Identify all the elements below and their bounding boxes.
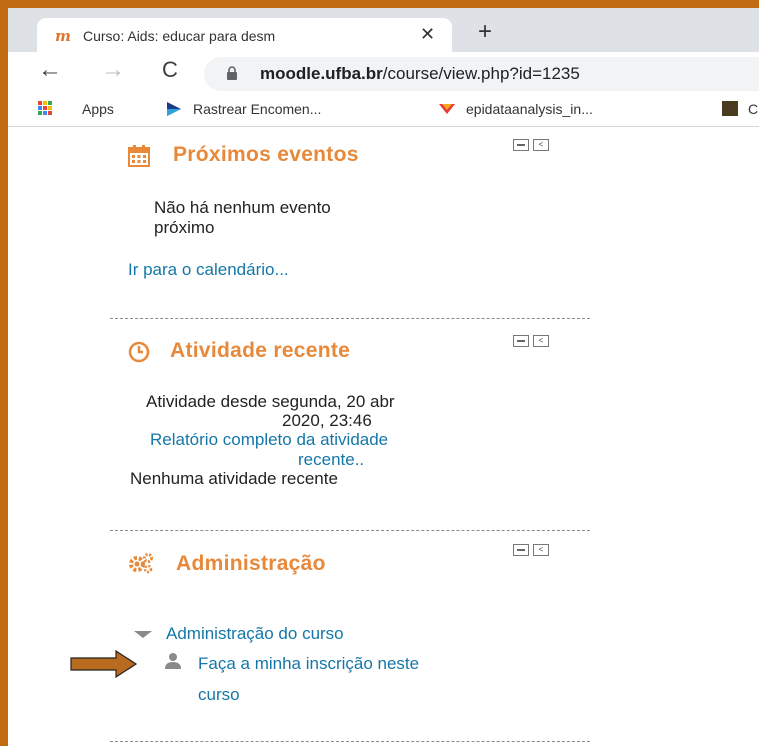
enrol-me-link-cont[interactable]: curso: [198, 685, 240, 705]
forward-button[interactable]: →: [101, 58, 125, 82]
dock-block-button[interactable]: <: [533, 335, 549, 347]
administration-title: Administração: [176, 552, 326, 575]
upcoming-events-title: Próximos eventos: [173, 143, 359, 166]
url-host: moodle.ufba.br: [260, 64, 383, 83]
calendar-icon: [128, 145, 150, 167]
block-divider: [110, 318, 590, 319]
bookmark-epidata[interactable]: epidataanalysis_in...: [438, 101, 593, 117]
no-events-line1: Não há nenhum evento: [154, 198, 331, 217]
url-path: /course/view.php?id=1235: [382, 64, 580, 83]
bookmark-apps[interactable]: Apps: [38, 101, 114, 117]
moodle-favicon-icon: m: [55, 27, 71, 45]
caret-down-icon: [134, 631, 152, 638]
pointer-arrow-icon: [70, 650, 138, 678]
bookmark-epidata-label: epidataanalysis_in...: [466, 101, 593, 117]
recent-activity-controls: <: [513, 335, 549, 347]
navigation-bar: ← → C moodle.ufba.br/course/view.php?id=…: [8, 52, 759, 94]
full-activity-report-link-cont[interactable]: recente..: [298, 450, 364, 470]
tab-title: Curso: Aids: educar para desm: [83, 28, 276, 44]
hide-block-button[interactable]: [513, 139, 529, 151]
block-divider: [110, 530, 590, 531]
new-tab-button[interactable]: +: [478, 20, 492, 44]
clock-icon: [128, 341, 150, 363]
no-events-line2: próximo: [154, 218, 215, 237]
close-tab-icon[interactable]: ✕: [420, 24, 435, 45]
apps-grid-icon: [38, 101, 52, 115]
bookmark-rastrear[interactable]: Rastrear Encomen...: [165, 101, 321, 117]
address-bar[interactable]: moodle.ufba.br/course/view.php?id=1235: [204, 57, 759, 91]
activity-since-line1: Atividade desde segunda, 20 abr: [146, 392, 395, 411]
hide-block-button[interactable]: [513, 544, 529, 556]
back-button[interactable]: ←: [38, 58, 62, 82]
url-text: moodle.ufba.br/course/view.php?id=1235: [260, 64, 580, 84]
no-recent-activity: Nenhuma atividade recente: [130, 469, 338, 488]
recent-activity-title: Atividade recente: [170, 339, 351, 362]
browser-window: m Curso: Aids: educar para desm ✕ + ← → …: [8, 8, 759, 746]
bookmark-rastrear-label: Rastrear Encomen...: [193, 101, 322, 117]
dock-block-button[interactable]: <: [533, 139, 549, 151]
dock-block-button[interactable]: <: [533, 544, 549, 556]
browser-tab[interactable]: m Curso: Aids: educar para desm ✕: [37, 18, 452, 52]
administration-controls: <: [513, 544, 549, 556]
bookmark-truncated-label: C: [748, 101, 759, 117]
calendar-link[interactable]: Ir para o calendário...: [128, 260, 289, 280]
activity-since-line2: 2020, 23:46: [282, 411, 372, 430]
full-activity-report-link[interactable]: Relatório completo da atividade: [150, 430, 388, 450]
bookmark-apps-label: Apps: [82, 101, 114, 117]
hide-block-button[interactable]: [513, 335, 529, 347]
block-divider: [110, 741, 590, 742]
user-icon: [165, 653, 181, 669]
reload-button[interactable]: C: [162, 59, 178, 81]
gears-icon: [129, 553, 153, 574]
rastrear-flag-icon: [167, 102, 181, 116]
bookmarks-bar: Apps Rastrear Encomen... epidataanalysis…: [8, 94, 759, 127]
tab-strip: m Curso: Aids: educar para desm ✕ +: [8, 8, 759, 52]
bookmark-thumbnail-icon: [722, 101, 738, 116]
lock-icon: [227, 66, 237, 80]
bookmark-truncated[interactable]: C: [722, 101, 758, 117]
epidata-chevron-icon: [439, 104, 455, 114]
enrol-me-link[interactable]: Faça a minha inscrição neste: [198, 654, 419, 674]
course-administration-link[interactable]: Administração do curso: [166, 624, 344, 644]
upcoming-events-controls: <: [513, 139, 549, 151]
